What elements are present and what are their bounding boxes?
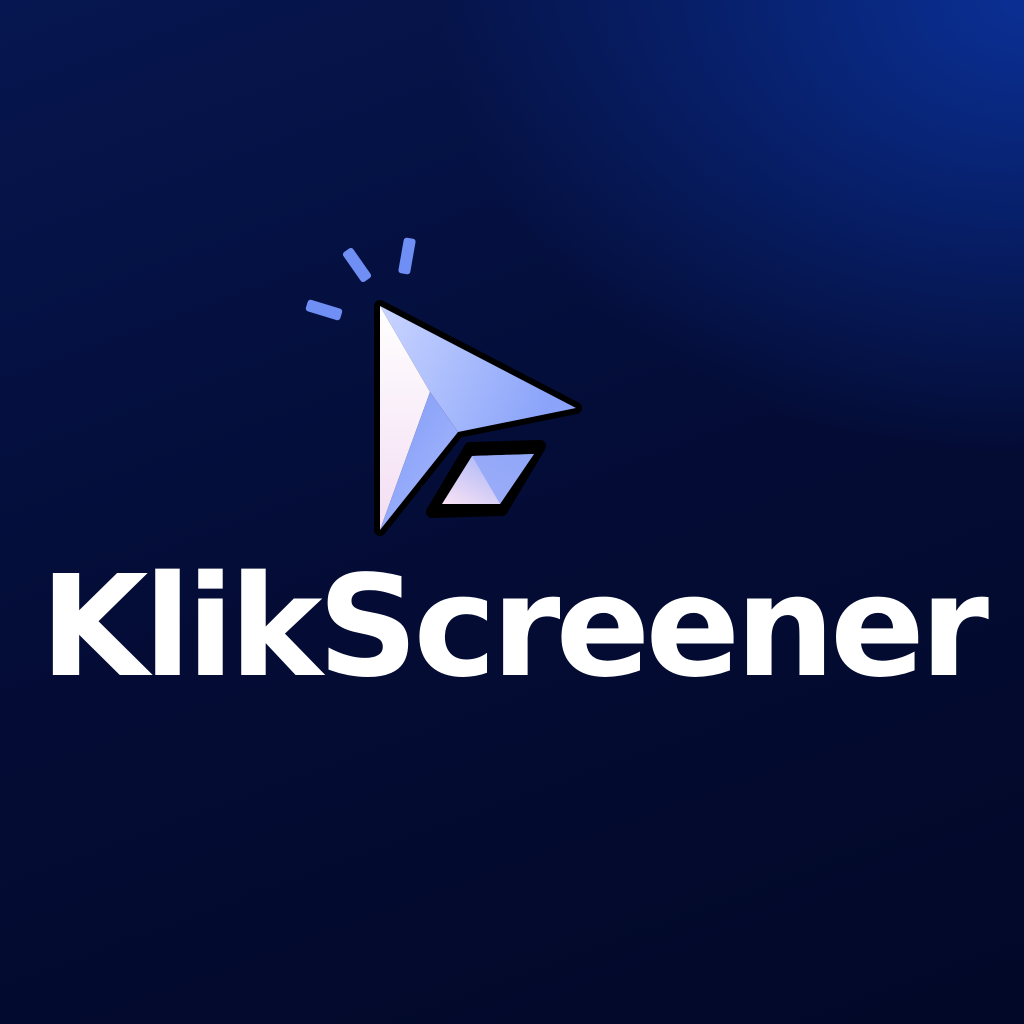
- sparkle-right: [398, 237, 416, 275]
- sparkle-left: [305, 299, 343, 321]
- sparkle-middle: [342, 247, 372, 283]
- cursor-tail-shade: [472, 454, 534, 504]
- brand-wordmark: KlikScreener: [40, 546, 989, 709]
- cursor-facet-bottom: [380, 392, 458, 530]
- cursor-click-icon: [374, 300, 582, 536]
- click-sparkle-icon: [305, 237, 416, 321]
- cursor-facet-top: [380, 306, 576, 432]
- cursor-facet-left: [380, 306, 430, 530]
- cursor-tail: [442, 454, 534, 504]
- logo-mark: [305, 237, 582, 536]
